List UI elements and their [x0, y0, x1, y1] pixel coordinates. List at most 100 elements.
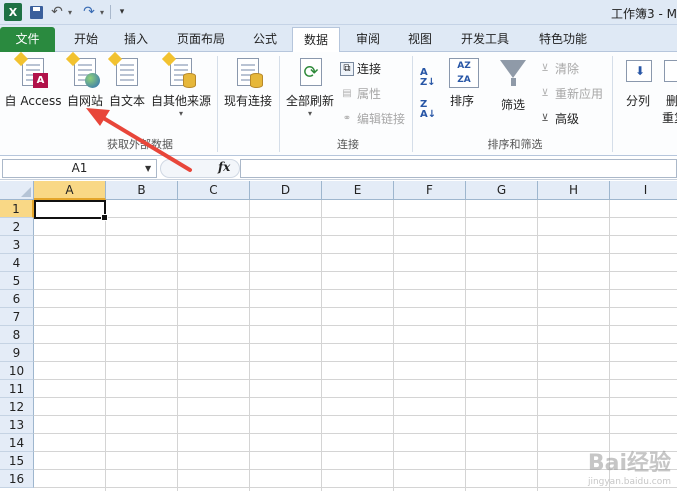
save-icon[interactable] [28, 3, 44, 21]
insert-function-icon[interactable]: fx [218, 160, 230, 174]
link-icon: ⚭ [342, 113, 352, 124]
reapply-icon: ⊻ [541, 88, 549, 99]
row-header-3[interactable]: 3 [0, 236, 34, 254]
web-globe-icon [65, 51, 100, 88]
tab-view[interactable]: 视图 [396, 27, 444, 52]
row-header-11[interactable]: 11 [0, 380, 34, 398]
properties-button[interactable]: ▤ 属性 [340, 85, 381, 103]
filter-button[interactable]: 筛选 [494, 56, 532, 113]
name-box[interactable]: A1 [2, 159, 157, 178]
tab-insert[interactable]: 插入 [112, 27, 160, 52]
group-label-get-external: 获取外部数据 [107, 138, 173, 151]
ribbon-data: A 自 Access 自网站 自文本 自其他来源 ▾ 现有连接 获取外部数据 ⟳… [0, 51, 677, 156]
sort-button[interactable]: AZ ZA 排序 [444, 56, 480, 109]
row-header-6[interactable]: 6 [0, 290, 34, 308]
sort-descending-button[interactable]: Z A↓ [420, 100, 442, 122]
row-header-8[interactable]: 8 [0, 326, 34, 344]
row-header-2[interactable]: 2 [0, 218, 34, 236]
column-header-d[interactable]: D [250, 181, 322, 200]
sort-az-icon: A Z↓ [420, 67, 436, 88]
from-access-button[interactable]: A 自 Access [2, 51, 64, 109]
active-cell-a1[interactable] [34, 200, 108, 221]
text-file-icon [107, 51, 142, 88]
qat-separator [110, 5, 111, 19]
row-header-15[interactable]: 15 [0, 452, 34, 470]
row-header-16[interactable]: 16 [0, 470, 34, 488]
sort-za-icon: Z A↓ [420, 99, 437, 120]
access-icon: A [13, 51, 48, 88]
tab-file[interactable]: 文件 [0, 27, 55, 52]
column-header-g[interactable]: G [466, 181, 538, 200]
worksheet-grid: ABCDEFGHI 1 2 3 4 5 6 7 8 9 10 11 12 13 14 15 16 [0, 181, 677, 491]
column-header-b[interactable]: B [106, 181, 178, 200]
row-header-4[interactable]: 4 [0, 254, 34, 272]
remove-duplicates-icon [662, 56, 677, 88]
from-text-button[interactable]: 自文本 [106, 51, 148, 109]
redo-icon[interactable]: ↷ [82, 3, 96, 21]
tab-page-layout[interactable]: 页面布局 [164, 27, 238, 52]
cell-area[interactable] [34, 200, 677, 491]
tab-features[interactable]: 特色功能 [528, 27, 598, 52]
tab-review[interactable]: 审阅 [344, 27, 392, 52]
tab-data[interactable]: 数据 [292, 27, 340, 53]
sort-ascending-button[interactable]: A Z↓ [420, 68, 442, 90]
clear-filter-button[interactable]: ⊻ 清除 [538, 60, 579, 78]
refresh-icon: ⟳ [295, 56, 325, 88]
advanced-filter-button[interactable]: ⊻ 高级 [538, 110, 579, 128]
row-header-14[interactable]: 14 [0, 434, 34, 452]
sort-dialog-icon: AZ ZA [447, 56, 479, 88]
customize-qat-icon[interactable]: ▾ [116, 3, 128, 21]
tab-formulas[interactable]: 公式 [240, 27, 290, 52]
properties-icon: ▤ [342, 88, 352, 99]
chevron-down-icon: ▾ [178, 109, 183, 118]
reapply-button[interactable]: ⊻ 重新应用 [538, 85, 603, 103]
from-web-button[interactable]: 自网站 [64, 51, 106, 109]
column-header-c[interactable]: C [178, 181, 250, 200]
row-header-9[interactable]: 9 [0, 344, 34, 362]
filter-funnel-icon [498, 60, 528, 92]
formula-bar: A1 ▼ fx [0, 157, 677, 180]
group-separator [217, 56, 218, 152]
redo-dropdown-icon[interactable]: ▾ [98, 3, 106, 21]
group-separator [412, 56, 413, 152]
column-header-f[interactable]: F [394, 181, 466, 200]
group-label-sort-filter: 排序和筛选 [487, 138, 543, 151]
column-header-i[interactable]: I [610, 181, 677, 200]
existing-connections-button[interactable]: 现有连接 [220, 56, 276, 109]
ribbon-tabs: 文件 开始 插入 页面布局 公式 数据 审阅 视图 开发工具 特色功能 [0, 25, 677, 53]
from-other-sources-button[interactable]: 自其他来源 ▾ [148, 51, 214, 118]
text-to-columns-icon: ⬇ [623, 56, 653, 88]
title-bar: X ↶ ▾ ↷ ▾ ▾ 工作簿3 - M [0, 0, 677, 25]
remove-duplicates-button[interactable]: 删 重复 [662, 56, 677, 126]
row-header-12[interactable]: 12 [0, 398, 34, 416]
row-header-13[interactable]: 13 [0, 416, 34, 434]
undo-dropdown-icon[interactable]: ▾ [66, 3, 74, 21]
row-header-10[interactable]: 10 [0, 362, 34, 380]
clear-filter-icon: ⊻ [541, 63, 549, 74]
chevron-down-icon[interactable]: ▼ [145, 164, 151, 173]
refresh-all-button[interactable]: ⟳ 全部刷新 ▾ [283, 56, 337, 118]
row-header-1[interactable]: 1 [0, 200, 34, 218]
column-header-a[interactable]: A [34, 181, 106, 200]
group-separator [279, 56, 280, 152]
watermark: Bai经验 jingyan.baidu.com [588, 445, 671, 487]
formula-input[interactable] [240, 159, 677, 178]
column-header-e[interactable]: E [322, 181, 394, 200]
other-sources-icon [161, 51, 196, 88]
excel-app-icon[interactable]: X [4, 3, 22, 21]
tab-developer[interactable]: 开发工具 [450, 27, 520, 52]
connections-button[interactable]: ⧉ 连接 [340, 60, 381, 78]
group-separator [612, 56, 613, 152]
undo-icon[interactable]: ↶ [50, 3, 64, 21]
advanced-filter-icon: ⊻ [541, 113, 549, 124]
select-all-button[interactable] [0, 181, 34, 200]
edit-links-button[interactable]: ⚭ 编辑链接 [340, 110, 405, 128]
connections-icon: ⧉ [340, 62, 354, 76]
existing-connections-icon [233, 56, 263, 88]
column-header-h[interactable]: H [538, 181, 610, 200]
text-to-columns-button[interactable]: ⬇ 分列 [618, 56, 658, 109]
row-header-5[interactable]: 5 [0, 272, 34, 290]
watermark-logo: Bai经验 [587, 451, 671, 476]
row-header-7[interactable]: 7 [0, 308, 34, 326]
tab-home[interactable]: 开始 [62, 27, 110, 52]
